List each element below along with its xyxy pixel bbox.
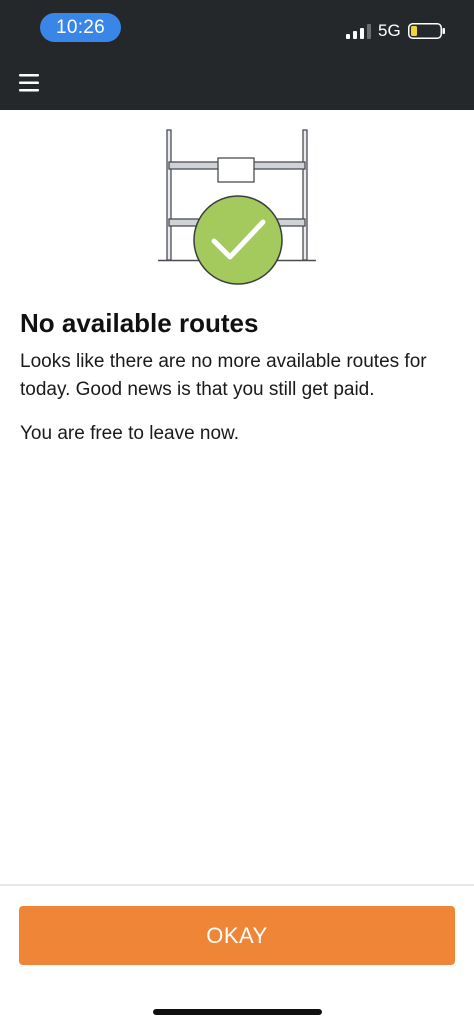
menu-button[interactable]: [14, 68, 44, 98]
battery-low-icon: [408, 23, 445, 39]
app-bar: [0, 56, 474, 110]
hamburger-menu-icon: [19, 74, 39, 92]
message-text: Looks like there are no more available r…: [20, 351, 427, 400]
home-indicator[interactable]: [153, 1009, 322, 1015]
page-title: No available routes: [20, 308, 259, 338]
cellular-signal-icon: [346, 24, 371, 39]
secondary-message-text: You are free to leave now.: [20, 423, 240, 444]
app-screen: 10:26 5G No available routes Looks like …: [0, 0, 474, 1025]
network-type: 5G: [378, 21, 401, 40]
status-time[interactable]: 10:26: [40, 13, 121, 42]
okay-button[interactable]: OKAY: [19, 906, 455, 965]
footer-divider: [0, 884, 474, 886]
empty-rack-checkmark-illustration: [158, 129, 316, 285]
status-bar: 10:26 5G: [0, 0, 474, 56]
